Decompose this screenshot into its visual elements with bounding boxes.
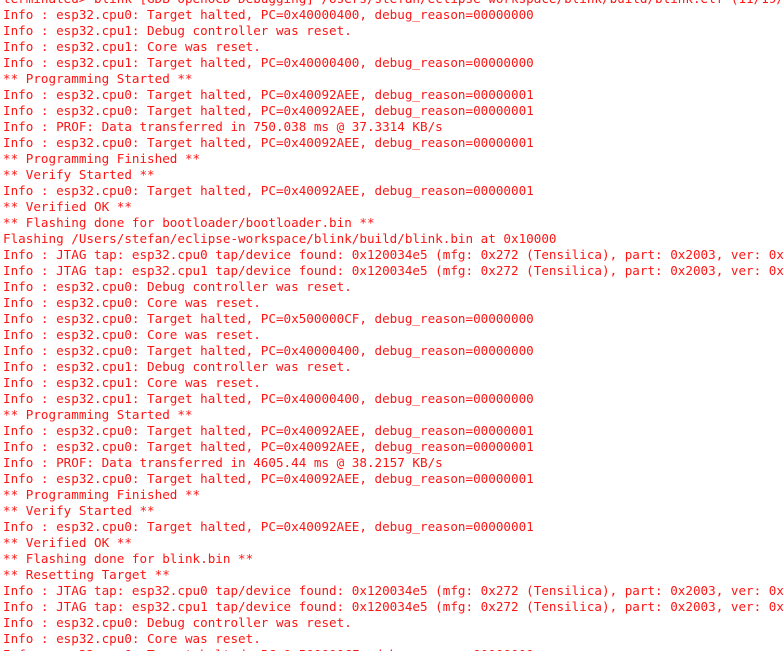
console-log-line: Info : esp32.cpu0: Debug controller was … bbox=[3, 279, 352, 294]
console-log-line: Info : esp32.cpu0: Target halted, PC=0x4… bbox=[3, 471, 534, 486]
console-log-line: Info : esp32.cpu1: Target halted, PC=0x4… bbox=[3, 391, 534, 406]
console-log-line: Info : esp32.cpu0: Target halted, PC=0x5… bbox=[3, 311, 534, 326]
console-log-line: Info : esp32.cpu1: Debug controller was … bbox=[3, 359, 352, 374]
debug-console-output-panel[interactable]: terminated> blink [GDB OpenOCD Debugging… bbox=[0, 0, 783, 651]
console-log-line: Info : JTAG tap: esp32.cpu0 tap/device f… bbox=[3, 247, 783, 262]
console-log-line: Info : esp32.cpu0: Core was reset. bbox=[3, 631, 261, 646]
console-log-line: Info : JTAG tap: esp32.cpu0 tap/device f… bbox=[3, 583, 783, 598]
console-log-line: Info : esp32.cpu0: Debug controller was … bbox=[3, 615, 352, 630]
console-log-line: Info : esp32.cpu0: Target halted, PC=0x5… bbox=[0, 647, 783, 651]
console-log-line: Info : esp32.cpu1: Core was reset. bbox=[3, 375, 261, 390]
console-log-line: ** Verified OK ** bbox=[3, 535, 132, 550]
console-log-line: Info : esp32.cpu0: Target halted, PC=0x4… bbox=[3, 7, 534, 22]
console-log-line: ** Programming Started ** bbox=[3, 71, 193, 86]
console-log-line: Info : JTAG tap: esp32.cpu1 tap/device f… bbox=[3, 263, 783, 278]
console-log-line: Info : esp32.cpu0: Target halted, PC=0x4… bbox=[3, 87, 534, 102]
console-log-lines-container: terminated> blink [GDB OpenOCD Debugging… bbox=[0, 0, 783, 651]
console-log-line: Info : esp32.cpu0: Core was reset. bbox=[3, 327, 261, 342]
console-log-line: Info : esp32.cpu0: Target halted, PC=0x4… bbox=[3, 183, 534, 198]
console-log-line: ** Verify Started ** bbox=[3, 167, 155, 182]
console-log-line: ** Verified OK ** bbox=[3, 199, 132, 214]
console-log-line: ** Programming Finished ** bbox=[3, 151, 201, 166]
console-log-line: Info : esp32.cpu0: Target halted, PC=0x4… bbox=[3, 423, 534, 438]
console-log-line: ** Programming Finished ** bbox=[3, 487, 201, 502]
console-log-line: Info : esp32.cpu1: Core was reset. bbox=[3, 39, 261, 54]
console-log-line: Info : esp32.cpu1: Debug controller was … bbox=[3, 23, 352, 38]
console-log-line: Info : PROF: Data transferred in 4605.44… bbox=[3, 455, 443, 470]
console-log-line: Info : esp32.cpu0: Target halted, PC=0x4… bbox=[3, 135, 534, 150]
console-log-line: ** Flashing done for bootloader/bootload… bbox=[3, 215, 375, 230]
console-log-line: Info : JTAG tap: esp32.cpu1 tap/device f… bbox=[3, 599, 783, 614]
console-log-line: ** Programming Started ** bbox=[3, 407, 193, 422]
console-log-line: Info : esp32.cpu0: Target halted, PC=0x4… bbox=[3, 103, 534, 118]
console-log-line: Info : esp32.cpu0: Target halted, PC=0x4… bbox=[3, 519, 534, 534]
console-log-line: ** Verify Started ** bbox=[3, 503, 155, 518]
console-log-line: Info : esp32.cpu0: Core was reset. bbox=[3, 295, 261, 310]
console-log-line: ** Flashing done for blink.bin ** bbox=[3, 551, 254, 566]
console-log-line: Info : esp32.cpu1: Target halted, PC=0x4… bbox=[3, 55, 534, 70]
console-log-line: Info : esp32.cpu0: Target halted, PC=0x4… bbox=[3, 439, 534, 454]
console-log-line: Info : esp32.cpu0: Target halted, PC=0x4… bbox=[3, 343, 534, 358]
console-log-line: ** Resetting Target ** bbox=[3, 567, 170, 582]
console-log-line: Flashing /Users/stefan/eclipse-workspace… bbox=[3, 231, 557, 246]
console-log-line: Info : PROF: Data transferred in 750.038… bbox=[3, 119, 443, 134]
console-log-line: terminated> blink [GDB OpenOCD Debugging… bbox=[0, 0, 783, 7]
